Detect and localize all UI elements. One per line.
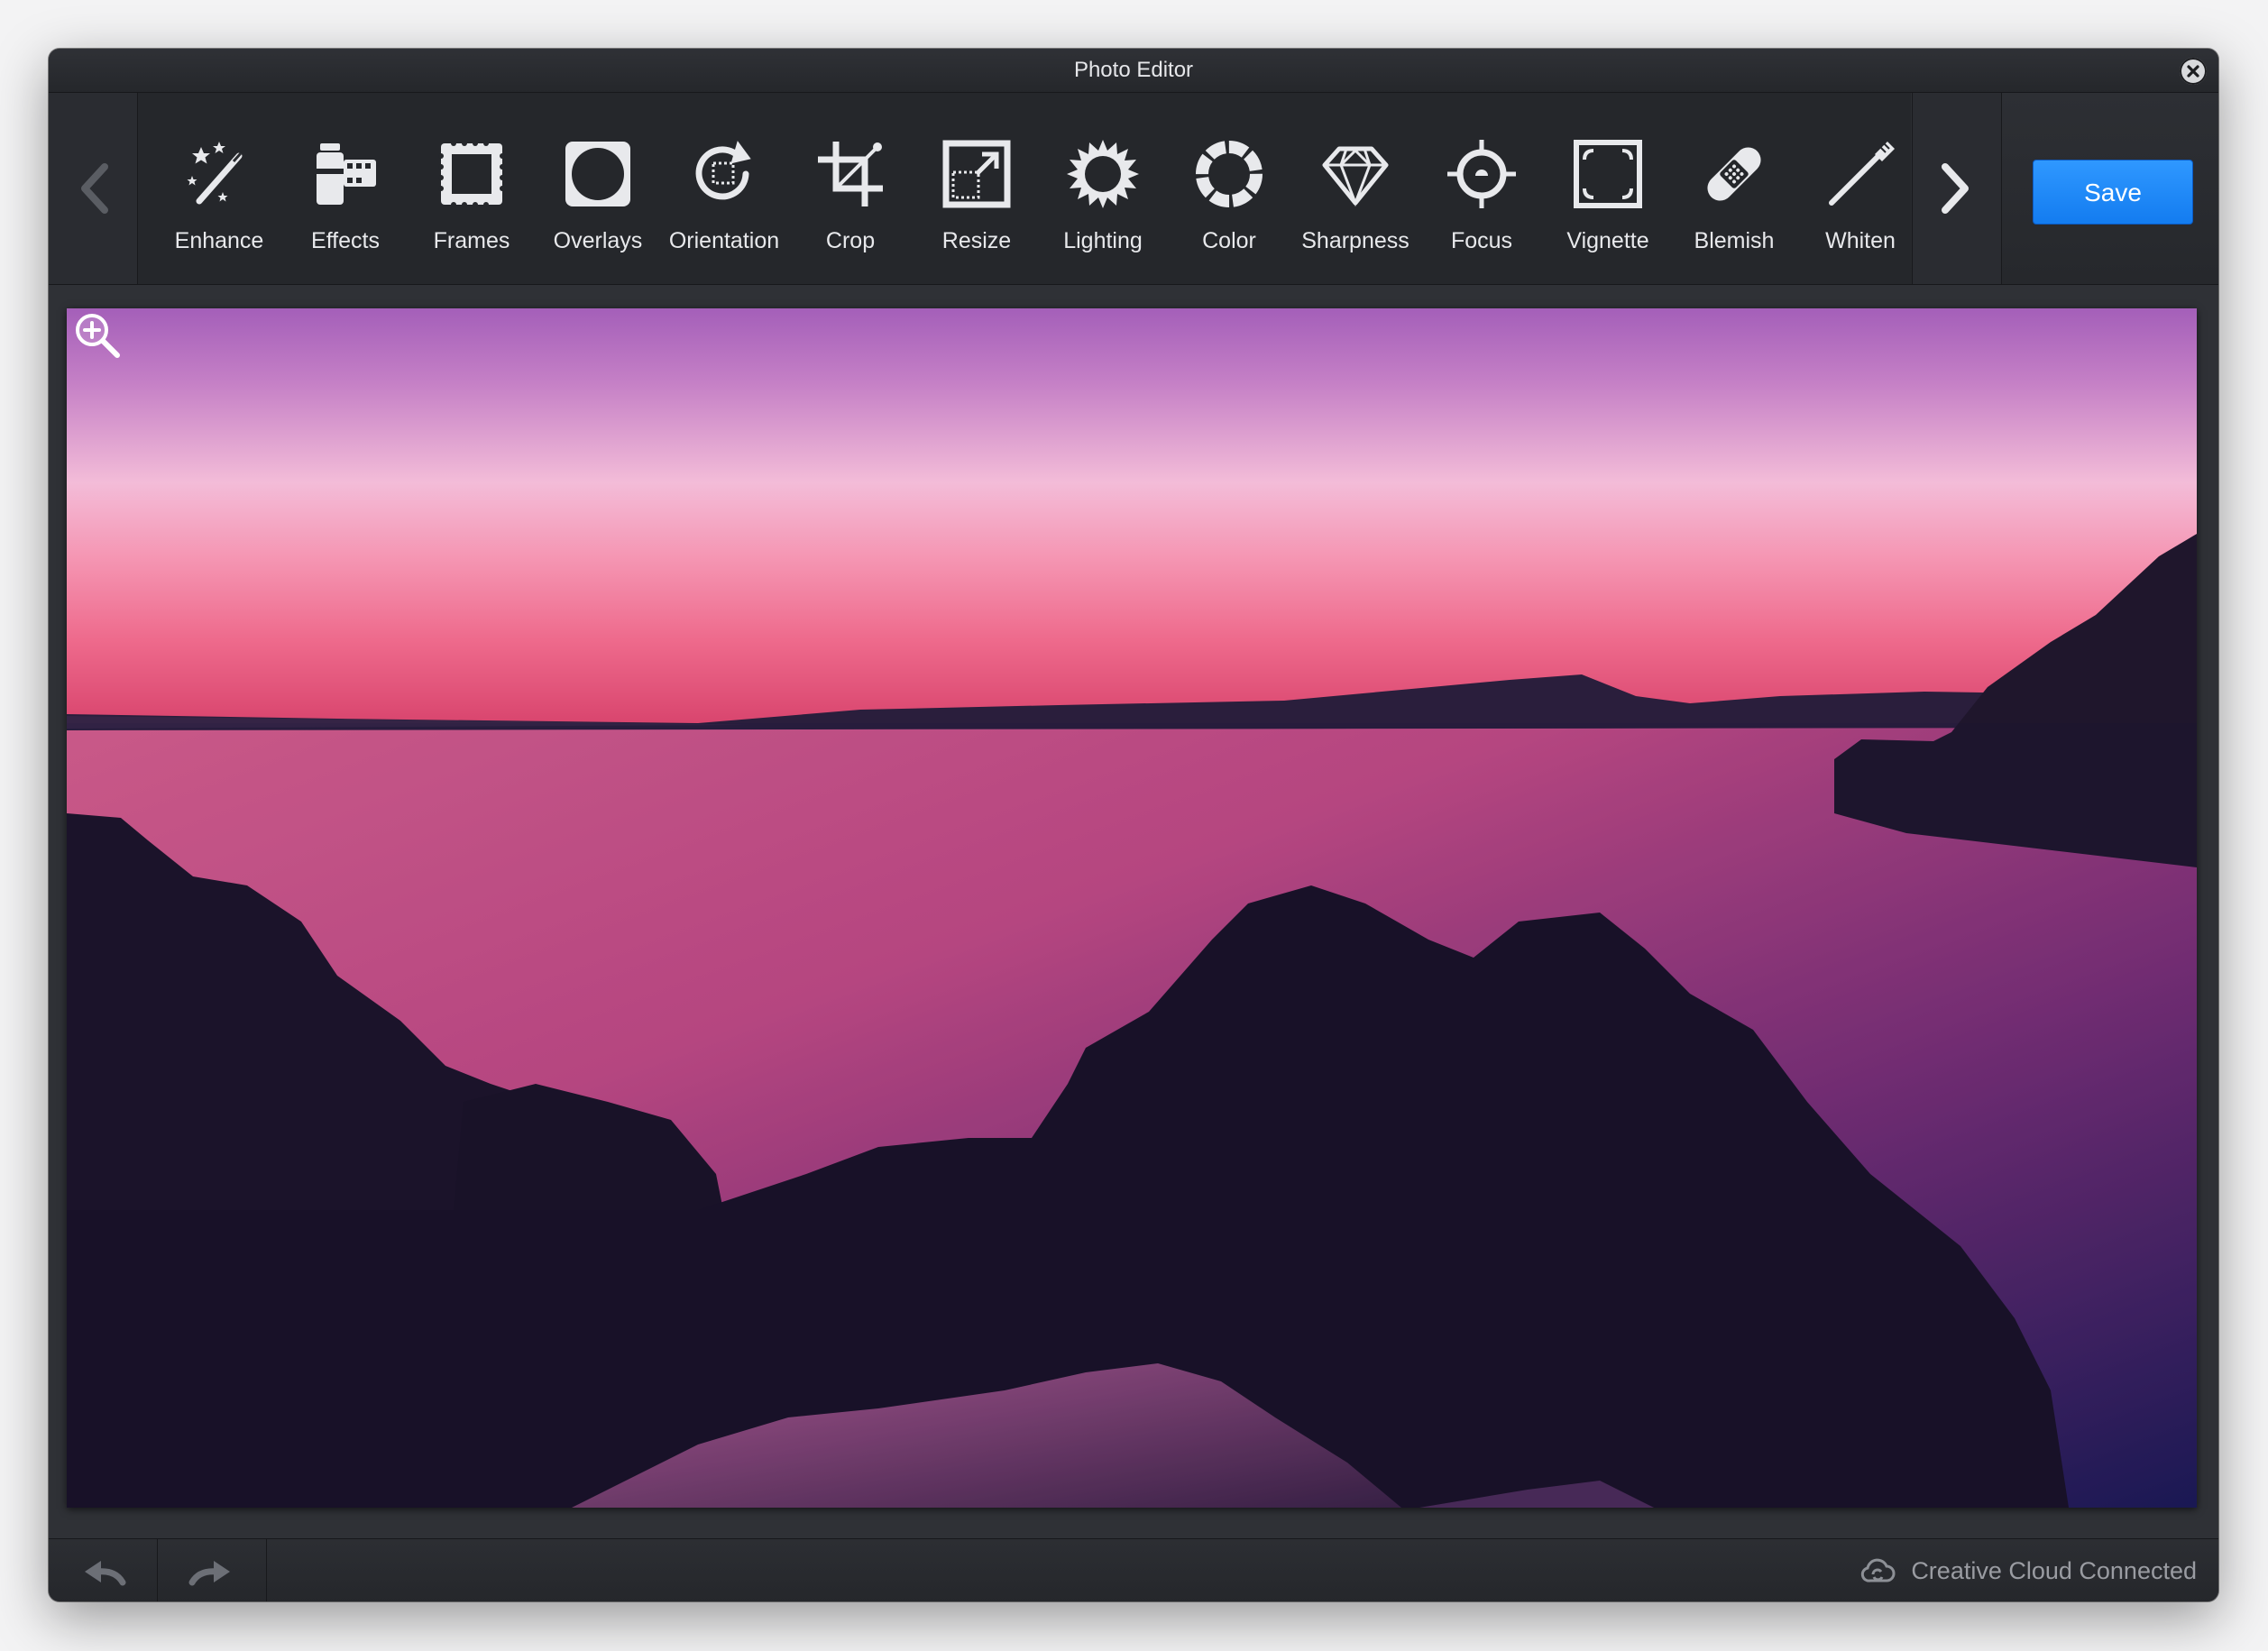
tool-crop[interactable]: Crop bbox=[787, 93, 914, 284]
sun-icon bbox=[1067, 140, 1139, 208]
tool-label: Whiten bbox=[1825, 228, 1896, 253]
save-button[interactable]: Save bbox=[2033, 160, 2193, 225]
redo-icon bbox=[188, 1561, 230, 1586]
vignette-icon bbox=[1574, 140, 1642, 208]
close-button[interactable] bbox=[2180, 58, 2207, 85]
next-tools-button[interactable] bbox=[1912, 93, 2002, 284]
bottom-bar: Creative Cloud Connected bbox=[49, 1538, 2218, 1601]
creative-cloud-icon bbox=[1860, 1558, 1896, 1582]
creative-cloud-status: Creative Cloud Connected bbox=[1859, 1539, 2197, 1601]
tool-label: Orientation bbox=[668, 228, 780, 253]
close-icon bbox=[2187, 65, 2199, 78]
undo-icon bbox=[85, 1561, 126, 1586]
tool-frames[interactable]: Frames bbox=[409, 93, 535, 284]
rotate-icon bbox=[695, 141, 751, 200]
tool-sharpness[interactable]: Sharpness bbox=[1292, 93, 1419, 284]
title-bar: Photo Editor bbox=[49, 49, 2218, 93]
tool-color[interactable]: Color bbox=[1166, 93, 1292, 284]
tool-label: Focus bbox=[1450, 228, 1513, 253]
window-title: Photo Editor bbox=[1073, 58, 1194, 82]
redo-button[interactable] bbox=[158, 1539, 267, 1601]
previous-tools-button[interactable] bbox=[49, 93, 138, 284]
tool-enhance[interactable]: Enhance bbox=[156, 93, 282, 284]
tool-label: Overlays bbox=[553, 228, 643, 253]
magic-wand-icon bbox=[187, 142, 243, 205]
resize-icon bbox=[942, 140, 1011, 208]
crop-icon bbox=[818, 142, 883, 206]
overlay-icon bbox=[565, 142, 630, 206]
color-wheel-icon bbox=[1196, 141, 1263, 207]
diamond-icon bbox=[1322, 146, 1389, 207]
zoom-in-icon[interactable] bbox=[70, 308, 124, 362]
tool-label: Frames bbox=[433, 228, 510, 253]
tool-label: Color bbox=[1202, 228, 1256, 253]
tool-overlays[interactable]: Overlays bbox=[535, 93, 661, 284]
photo-canvas-area bbox=[49, 285, 2218, 1538]
tool-label: Lighting bbox=[1063, 228, 1143, 253]
tool-label: Sharpness bbox=[1301, 228, 1409, 253]
tool-lighting[interactable]: Lighting bbox=[1040, 93, 1166, 284]
target-icon bbox=[1447, 140, 1516, 208]
tools-strip: Enhance Effects Frames Overlays Orientat… bbox=[138, 93, 1911, 284]
toothbrush-icon bbox=[1829, 142, 1895, 206]
tool-whiten[interactable]: Whiten bbox=[1797, 93, 1924, 284]
tool-resize[interactable]: Resize bbox=[914, 93, 1040, 284]
tool-blemish[interactable]: Blemish bbox=[1671, 93, 1797, 284]
tool-effects[interactable]: Effects bbox=[282, 93, 409, 284]
creative-cloud-label: Creative Cloud Connected bbox=[1911, 1557, 2197, 1584]
tool-label: Enhance bbox=[174, 228, 264, 253]
tool-label: Vignette bbox=[1566, 228, 1649, 253]
tool-label: Effects bbox=[311, 228, 380, 253]
tool-focus[interactable]: Focus bbox=[1419, 93, 1545, 284]
frame-icon bbox=[438, 141, 505, 207]
photo-preview[interactable] bbox=[67, 308, 2197, 1508]
tool-label: Crop bbox=[825, 228, 876, 253]
film-canister-icon bbox=[317, 143, 376, 205]
chevron-right-icon bbox=[1942, 163, 1969, 214]
tool-label: Resize bbox=[941, 228, 1012, 253]
tool-label: Blemish bbox=[1694, 228, 1775, 253]
chevron-left-icon bbox=[81, 163, 108, 214]
tool-vignette[interactable]: Vignette bbox=[1545, 93, 1671, 284]
tool-orientation[interactable]: Orientation bbox=[661, 93, 787, 284]
tools-toolbar: Enhance Effects Frames Overlays Orientat… bbox=[49, 93, 2218, 285]
undo-button[interactable] bbox=[49, 1539, 158, 1601]
bandage-icon bbox=[1707, 147, 1761, 201]
photo-editor-window: Photo Editor Enhance Effects Frames Over… bbox=[49, 49, 2218, 1601]
